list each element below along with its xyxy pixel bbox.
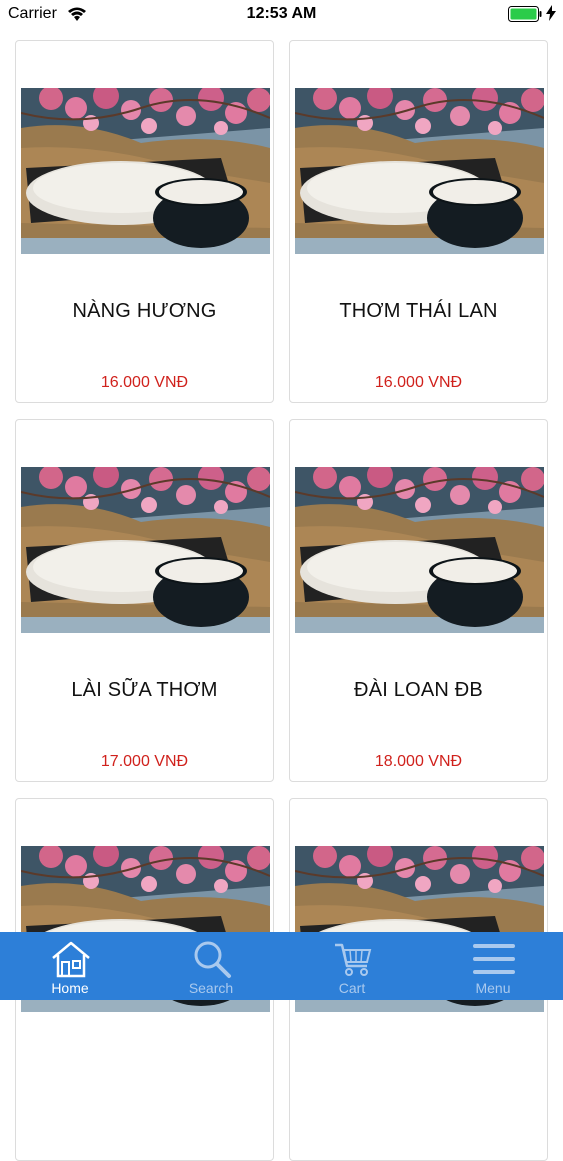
product-price: 18.000 VNĐ [374, 753, 463, 770]
product-card[interactable]: ĐÀI LOAN ĐB 18.000 VNĐ [289, 419, 548, 782]
tab-label: Menu [475, 980, 511, 996]
product-card[interactable]: LÀI SỮA THƠM 17.000 VNĐ [15, 419, 274, 782]
search-icon [194, 941, 231, 978]
home-icon [52, 941, 90, 978]
product-name: ĐÀI LOAN ĐB [354, 679, 483, 701]
tab-label: Home [51, 980, 89, 996]
tab-bar: Home Search Cart Menu [0, 932, 563, 1000]
tab-home[interactable]: Home [0, 932, 140, 1000]
product-image [295, 467, 544, 633]
product-card[interactable]: THƠM THÁI LAN 16.000 VNĐ [289, 40, 548, 403]
product-image [295, 88, 544, 254]
tab-menu[interactable]: Menu [423, 932, 563, 1000]
cart-icon [335, 943, 372, 976]
product-price: 16.000 VNĐ [100, 374, 189, 391]
product-price: 16.000 VNĐ [374, 374, 463, 391]
status-time: 12:53 AM [246, 5, 317, 22]
tab-search[interactable]: Search [141, 932, 281, 1000]
product-name: THƠM THÁI LAN [339, 300, 498, 322]
product-image [21, 88, 270, 254]
product-card[interactable]: NÀNG HƯƠNG 16.000 VNĐ [15, 40, 274, 403]
tab-cart[interactable]: Cart [282, 932, 422, 1000]
charging-icon [546, 5, 556, 21]
battery-icon [508, 6, 542, 22]
tab-label: Search [188, 980, 234, 996]
product-price: 17.000 VNĐ [100, 753, 189, 770]
status-bar: Carrier 12:53 AM [0, 0, 563, 30]
product-name: NÀNG HƯƠNG [72, 300, 217, 322]
tab-label: Cart [338, 980, 366, 996]
product-name: LÀI SỮA THƠM [71, 679, 218, 701]
menu-icon [473, 944, 515, 974]
product-image [21, 467, 270, 633]
